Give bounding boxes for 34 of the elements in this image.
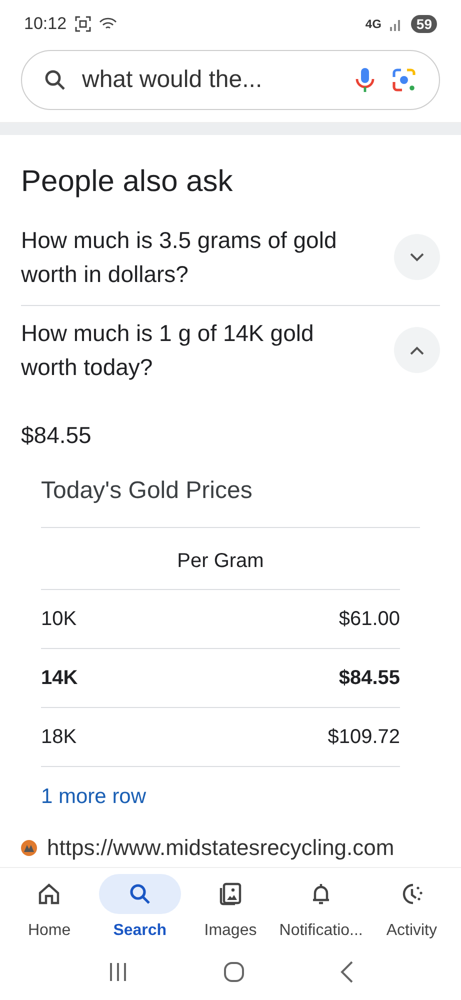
answer-value: $84.55	[21, 422, 92, 449]
table-cell: 14K	[41, 666, 78, 690]
battery-level: 59	[411, 15, 437, 33]
question-text[interactable]: How much is 3.5 grams of gold worth in dollars?	[21, 223, 382, 291]
chevron-up-icon	[410, 346, 424, 354]
back-icon[interactable]	[340, 961, 354, 983]
question-text[interactable]: How much is 1 g of 14K gold worth today?	[21, 316, 382, 384]
table-cell: 10K	[41, 608, 77, 630]
recent-apps-icon[interactable]	[108, 962, 128, 982]
screenshot-icon	[74, 16, 91, 32]
more-rows-link[interactable]: 1 more row	[41, 785, 146, 809]
chevron-down-icon	[410, 252, 424, 262]
search-field[interactable]: what would the...	[21, 50, 440, 110]
table-cell: 18K	[41, 726, 77, 748]
nav-tab[interactable]: Images	[185, 874, 276, 940]
table-cell: $61.00	[338, 608, 400, 630]
home-icon[interactable]	[222, 961, 244, 983]
source-url[interactable]: https://www.midstatesrecycling.com	[47, 835, 394, 861]
search-icon	[44, 69, 66, 91]
image-icon	[217, 881, 244, 907]
nav-tab[interactable]: Notificatio...	[276, 874, 366, 940]
microphone-icon[interactable]	[355, 66, 375, 94]
table-cell: $109.72	[328, 726, 400, 748]
network-type: 4G	[365, 17, 382, 31]
column-header: Per Gram	[177, 550, 264, 573]
site-logo-icon	[21, 840, 37, 856]
nav-tab[interactable]: Activity	[366, 874, 457, 940]
table-cell: $84.55	[338, 666, 400, 690]
nav-tab[interactable]: Home	[4, 874, 95, 940]
wifi-icon	[98, 17, 117, 31]
table-title: Today's Gold Prices	[41, 477, 420, 528]
clock-time: 10:12	[24, 14, 67, 34]
camera-lens-icon[interactable]	[391, 67, 417, 93]
section-heading: People also ask	[21, 165, 234, 199]
